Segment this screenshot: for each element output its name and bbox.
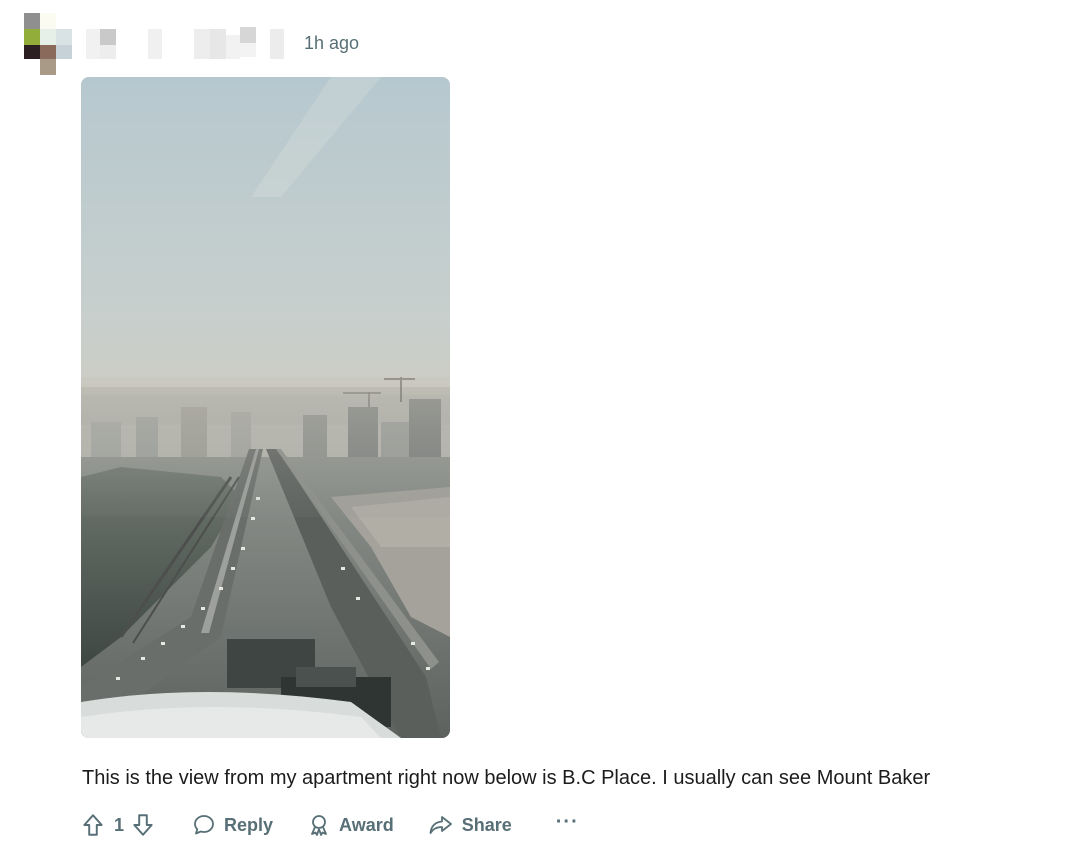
vote-count: 1	[114, 814, 125, 835]
reply-button[interactable]: Reply	[192, 813, 273, 837]
award-button[interactable]: Award	[307, 813, 394, 837]
arrow-up-icon	[83, 814, 103, 836]
arrow-down-icon	[133, 814, 153, 836]
ellipsis-icon: ···	[555, 811, 579, 833]
avatar[interactable]	[24, 13, 72, 75]
speech-bubble-icon	[194, 815, 214, 835]
share-label: Share	[461, 814, 512, 835]
smoky-city-photo	[81, 77, 450, 738]
more-options-button[interactable]: ···	[556, 812, 579, 832]
upvote-button[interactable]	[80, 812, 106, 838]
award-label: Award	[339, 814, 394, 835]
share-button[interactable]: Share	[428, 813, 512, 837]
downvote-button[interactable]	[130, 812, 156, 838]
award-ribbon-icon	[311, 815, 327, 836]
comment-body: This is the view from my apartment right…	[82, 767, 931, 789]
comment-photo[interactable]	[81, 77, 450, 738]
reply-label: Reply	[224, 814, 274, 835]
username-obscured[interactable]	[86, 27, 286, 61]
comment-timestamp[interactable]: 1h ago	[304, 33, 359, 54]
comment-action-bar: 1 Reply Award Share ···	[80, 808, 579, 842]
share-arrow-icon	[429, 816, 452, 834]
